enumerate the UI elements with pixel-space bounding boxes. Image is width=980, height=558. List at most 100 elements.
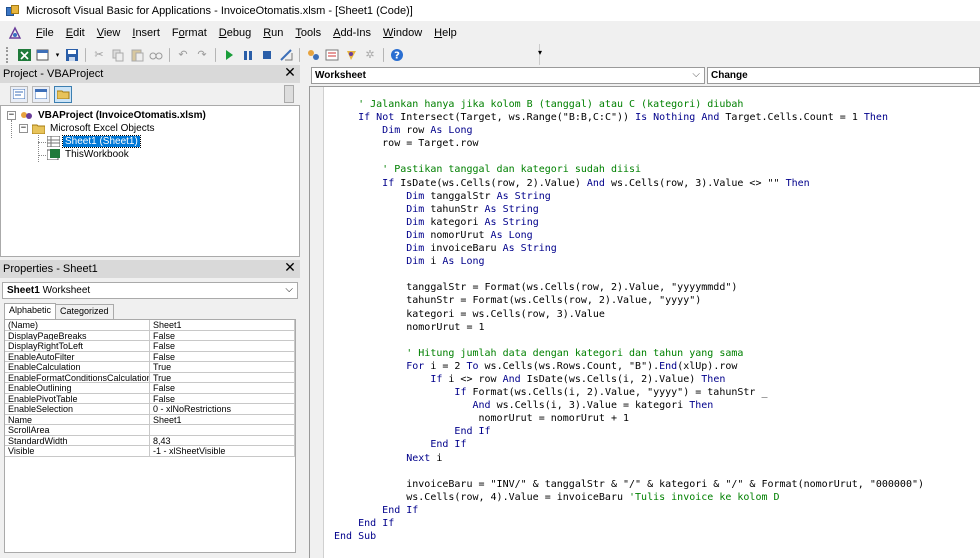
property-row[interactable]: EnableOutlining False	[5, 383, 295, 394]
property-value[interactable]: Sheet1	[150, 414, 295, 425]
property-row[interactable]: StandardWidth 8,43	[5, 435, 295, 446]
property-value[interactable]: False	[150, 383, 295, 394]
code-line[interactable]: Dim tahunStr As String	[334, 203, 924, 216]
menu-edit[interactable]: Edit	[60, 25, 91, 41]
code-line[interactable]: ​	[334, 465, 924, 478]
property-value[interactable]: True	[150, 372, 295, 383]
code-line[interactable]: If i <> row And IsDate(ws.Cells(i, 2).Va…	[334, 373, 924, 386]
properties-window-icon[interactable]	[324, 47, 340, 62]
property-value[interactable]: Sheet1	[150, 320, 295, 331]
property-row[interactable]: EnableCalculation True	[5, 362, 295, 373]
code-line[interactable]: nomorUrut = 1	[334, 321, 924, 334]
tab-alphabetic[interactable]: Alphabetic	[4, 303, 57, 319]
undo-icon[interactable]: ↶	[175, 47, 191, 62]
tree-node-sheet1[interactable]: Sheet1 (Sheet1)	[46, 135, 141, 148]
cut-icon[interactable]: ✂	[91, 47, 107, 62]
menu-file[interactable]: File	[30, 25, 60, 41]
code-editor[interactable]: ' Jalankan hanya jika kolom B (tanggal) …	[309, 86, 980, 558]
property-row[interactable]: EnableAutoFilter False	[5, 351, 295, 362]
code-line[interactable]: For i = 2 To ws.Cells(ws.Rows.Count, "B"…	[334, 360, 924, 373]
menu-format[interactable]: Format	[166, 25, 213, 41]
close-properties-icon[interactable]: ✕	[282, 261, 298, 277]
code-line[interactable]: row = Target.row	[334, 137, 924, 150]
collapse-icon[interactable]: −	[19, 124, 28, 133]
code-line[interactable]: Dim kategori As String	[334, 216, 924, 229]
property-row[interactable]: EnableSelection 0 - xlNoRestrictions	[5, 404, 295, 415]
object-browser-icon[interactable]	[343, 47, 359, 62]
code-line[interactable]: End If	[334, 438, 924, 451]
code-line[interactable]: Dim nomorUrut As Long	[334, 229, 924, 242]
code-line[interactable]: And ws.Cells(i, 3).Value = kategori Then	[334, 399, 924, 412]
help-icon[interactable]: ?	[389, 47, 405, 62]
property-row[interactable]: ScrollArea	[5, 425, 295, 436]
property-row[interactable]: EnablePivotTable False	[5, 393, 295, 404]
procedure-select[interactable]: Change	[707, 67, 980, 84]
menu-help[interactable]: Help	[428, 25, 463, 41]
code-line[interactable]: ​	[334, 150, 924, 163]
property-row[interactable]: (Name) Sheet1	[5, 320, 295, 331]
code-line[interactable]: ' Hitung jumlah data dengan kategori dan…	[334, 347, 924, 360]
code-line[interactable]: End Sub	[334, 530, 924, 543]
code-line[interactable]: If IsDate(ws.Cells(row, 2).Value) And ws…	[334, 177, 924, 190]
menu-tools[interactable]: Tools	[289, 25, 327, 41]
reset-icon[interactable]	[259, 47, 275, 62]
code-line[interactable]: End If	[334, 517, 924, 530]
run-icon[interactable]	[221, 47, 237, 62]
copy-icon[interactable]	[110, 47, 126, 62]
view-code-icon[interactable]	[10, 85, 28, 103]
code-line[interactable]: Dim invoiceBaru As String	[334, 242, 924, 255]
menu-window[interactable]: Window	[377, 25, 428, 41]
code-line[interactable]: ws.Cells(row, 4).Value = invoiceBaru 'Tu…	[334, 491, 924, 504]
chevron-down-icon[interactable]: ⌵	[692, 69, 700, 80]
menu-run[interactable]: Run	[257, 25, 289, 41]
chevron-down-icon[interactable]: ⌵	[285, 284, 293, 295]
menu-add-ins[interactable]: Add-Ins	[327, 25, 377, 41]
project-explorer-icon[interactable]	[305, 47, 321, 62]
menu-view[interactable]: View	[91, 25, 127, 41]
view-excel-icon[interactable]	[16, 47, 32, 62]
tree-node-thisworkbook[interactable]: ThisWorkbook	[46, 148, 131, 161]
code-line[interactable]: nomorUrut = nomorUrut + 1	[334, 412, 924, 425]
code-line[interactable]: End If	[334, 504, 924, 517]
tree-node-vbaproject[interactable]: − VBAProject (InvoiceOtomatis.xlsm)	[7, 109, 208, 122]
code-line[interactable]: ' Pastikan tanggal dan kategori sudah di…	[334, 163, 924, 176]
dropdown-arrow-icon[interactable]: ▾	[54, 47, 61, 62]
code-line[interactable]: tanggalStr = Format(ws.Cells(row, 2).Val…	[334, 281, 924, 294]
property-value[interactable]: False	[150, 341, 295, 352]
close-project-explorer-icon[interactable]: ✕	[282, 66, 298, 82]
code-line[interactable]: End If	[334, 425, 924, 438]
property-value[interactable]: True	[150, 362, 295, 373]
property-value[interactable]: 8,43	[150, 435, 295, 446]
collapse-icon[interactable]: −	[7, 111, 16, 120]
property-row[interactable]: EnableFormatConditionsCalculation True	[5, 372, 295, 383]
toolbar-grip[interactable]	[6, 46, 10, 63]
code-text[interactable]: ' Jalankan hanya jika kolom B (tanggal) …	[334, 98, 924, 543]
code-margin[interactable]	[310, 87, 324, 558]
property-row[interactable]: Visible -1 - xlSheetVisible	[5, 446, 295, 457]
code-line[interactable]: ​	[334, 268, 924, 281]
property-row[interactable]: Name Sheet1	[5, 414, 295, 425]
code-line[interactable]: If Not Intersect(Target, ws.Range("B:B,C…	[334, 111, 924, 124]
object-select[interactable]: Worksheet ⌵	[311, 67, 705, 84]
property-row[interactable]: DisplayRightToLeft False	[5, 341, 295, 352]
tab-categorized[interactable]: Categorized	[55, 304, 114, 319]
menu-insert[interactable]: Insert	[126, 25, 166, 41]
property-row[interactable]: DisplayPageBreaks False	[5, 330, 295, 341]
code-line[interactable]: If Format(ws.Cells(i, 2).Value, "yyyy") …	[334, 386, 924, 399]
redo-icon[interactable]: ↷	[194, 47, 210, 62]
code-line[interactable]: Next i	[334, 452, 924, 465]
toolbar-overflow-icon[interactable]: ▾	[538, 48, 544, 62]
code-line[interactable]: tahunStr = Format(ws.Cells(row, 2).Value…	[334, 294, 924, 307]
pane-splitter[interactable]	[300, 65, 309, 558]
property-value[interactable]: 0 - xlNoRestrictions	[150, 404, 295, 415]
break-icon[interactable]	[240, 47, 256, 62]
insert-module-icon[interactable]	[35, 47, 51, 62]
property-value[interactable]: False	[150, 330, 295, 341]
paste-icon[interactable]	[129, 47, 145, 62]
code-line[interactable]: kategori = ws.Cells(row, 3).Value	[334, 308, 924, 321]
property-value[interactable]: False	[150, 393, 295, 404]
code-line[interactable]: invoiceBaru = "INV/" & tanggalStr & "/" …	[334, 478, 924, 491]
save-icon[interactable]	[64, 47, 80, 62]
view-object-icon[interactable]	[32, 85, 50, 103]
project-toolbar-scroll[interactable]	[284, 85, 294, 103]
